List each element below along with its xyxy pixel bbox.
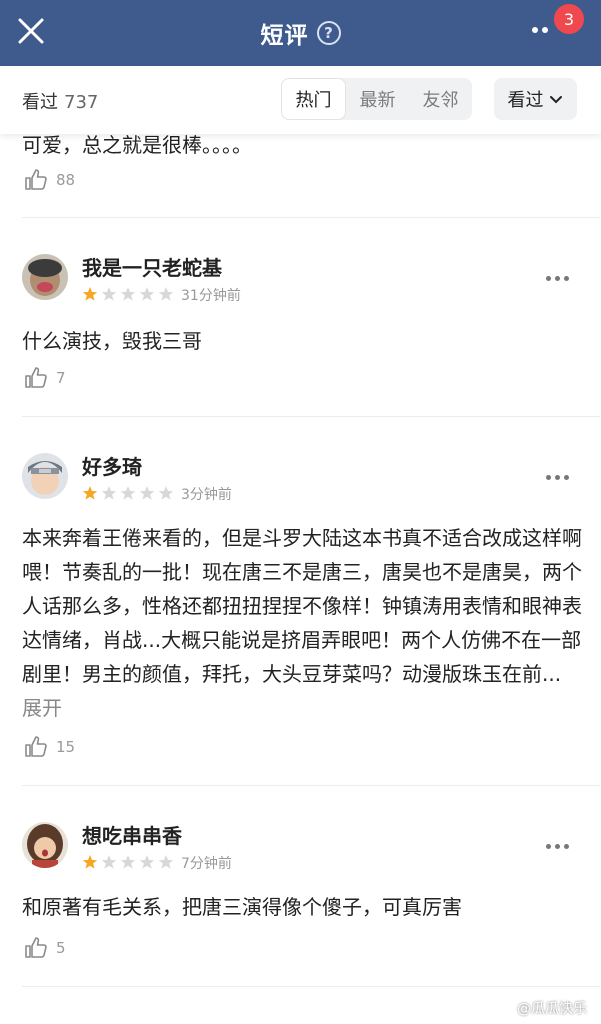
comment-list: 可爱，总之就是很棒。。。。 88 我是一只老蛇基 31分钟前 什么演技，毁我三哥… <box>0 134 601 1024</box>
timestamp: 3分钟前 <box>181 487 232 503</box>
thumbs-up-icon <box>25 169 47 190</box>
divider <box>22 785 600 786</box>
like-button[interactable]: 88 <box>24 168 75 192</box>
star-empty-icon <box>120 287 136 301</box>
comment-body: 本来奔着王倦来看的，但是斗罗大陆这本书真不适合改成这样啊喂！节奏乱的一批！现在唐… <box>22 526 582 686</box>
timestamp: 31分钟前 <box>181 288 241 304</box>
filter-bar: 看过 737 热门 最新 友邻 看过 <box>0 66 601 134</box>
tab-friends[interactable]: 友邻 <box>409 78 472 120</box>
comment-text: 本来奔着王倦来看的，但是斗罗大陆这本书真不适合改成这样啊喂！节奏乱的一批！现在唐… <box>22 521 582 725</box>
seen-filter-label: 看过 <box>507 90 544 111</box>
divider <box>22 986 600 987</box>
chevron-down-icon <box>549 96 562 104</box>
page-title: 短评 <box>260 23 309 49</box>
like-button[interactable]: 15 <box>24 735 75 759</box>
seen-filter-dropdown[interactable]: 看过 <box>494 78 577 120</box>
more-options-icon[interactable] <box>546 475 569 480</box>
star-empty-icon <box>139 486 155 500</box>
username[interactable]: 好多琦 <box>82 451 142 480</box>
thumbs-up-icon <box>25 937 47 958</box>
weibo-logo-icon <box>497 1002 513 1015</box>
star-empty-icon <box>101 486 117 500</box>
star-empty-icon <box>120 855 136 869</box>
star-rating <box>82 286 174 302</box>
timestamp: 7分钟前 <box>181 856 232 872</box>
like-button[interactable]: 5 <box>24 936 66 960</box>
notification-badge[interactable]: 3 <box>554 4 584 34</box>
star-rating <box>82 854 174 870</box>
comment-text: 可爱，总之就是很棒。。。。 <box>22 134 252 157</box>
like-count: 5 <box>56 939 66 957</box>
like-count: 88 <box>56 171 76 189</box>
like-count: 15 <box>56 738 76 756</box>
tab-hot[interactable]: 热门 <box>282 79 345 119</box>
star-filled-icon <box>82 855 98 869</box>
top-navigation-bar: 短评 ? 3 <box>0 0 601 66</box>
star-empty-icon <box>101 855 117 869</box>
tab-latest[interactable]: 最新 <box>346 78 409 120</box>
avatar[interactable] <box>22 254 68 300</box>
watermark-text: @瓜瓜快乐 <box>517 1001 587 1017</box>
watermark: @瓜瓜快乐 <box>497 998 587 1018</box>
seen-count-number: 737 <box>64 92 99 113</box>
star-empty-icon <box>158 855 174 869</box>
username[interactable]: 我是一只老蛇基 <box>82 252 222 281</box>
sort-segmented-control: 热门 最新 友邻 <box>281 78 472 120</box>
thumbs-up-icon <box>25 367 47 388</box>
thumbs-up-icon <box>25 736 47 757</box>
expand-link[interactable]: 展开 <box>22 696 62 720</box>
star-empty-icon <box>101 287 117 301</box>
divider <box>22 217 600 218</box>
star-empty-icon <box>139 855 155 869</box>
star-empty-icon <box>158 287 174 301</box>
help-icon[interactable]: ? <box>316 21 341 45</box>
username[interactable]: 想吃串串香 <box>82 820 182 849</box>
like-button[interactable]: 7 <box>24 366 66 390</box>
avatar[interactable] <box>22 822 68 868</box>
star-rating <box>82 485 174 501</box>
like-count: 7 <box>56 369 66 387</box>
comment-text: 什么演技，毁我三哥 <box>22 329 202 353</box>
star-empty-icon <box>139 287 155 301</box>
divider <box>22 416 600 417</box>
avatar[interactable] <box>22 453 68 499</box>
seen-count: 看过 737 <box>22 88 98 114</box>
more-options-icon[interactable] <box>546 844 569 849</box>
star-empty-icon <box>158 486 174 500</box>
star-filled-icon <box>82 287 98 301</box>
star-filled-icon <box>82 486 98 500</box>
seen-count-label: 看过 <box>22 92 58 113</box>
star-empty-icon <box>120 486 136 500</box>
more-options-icon[interactable] <box>546 276 569 281</box>
comment-text: 和原著有毛关系，把唐三演得像个傻子，可真厉害 <box>22 895 462 919</box>
